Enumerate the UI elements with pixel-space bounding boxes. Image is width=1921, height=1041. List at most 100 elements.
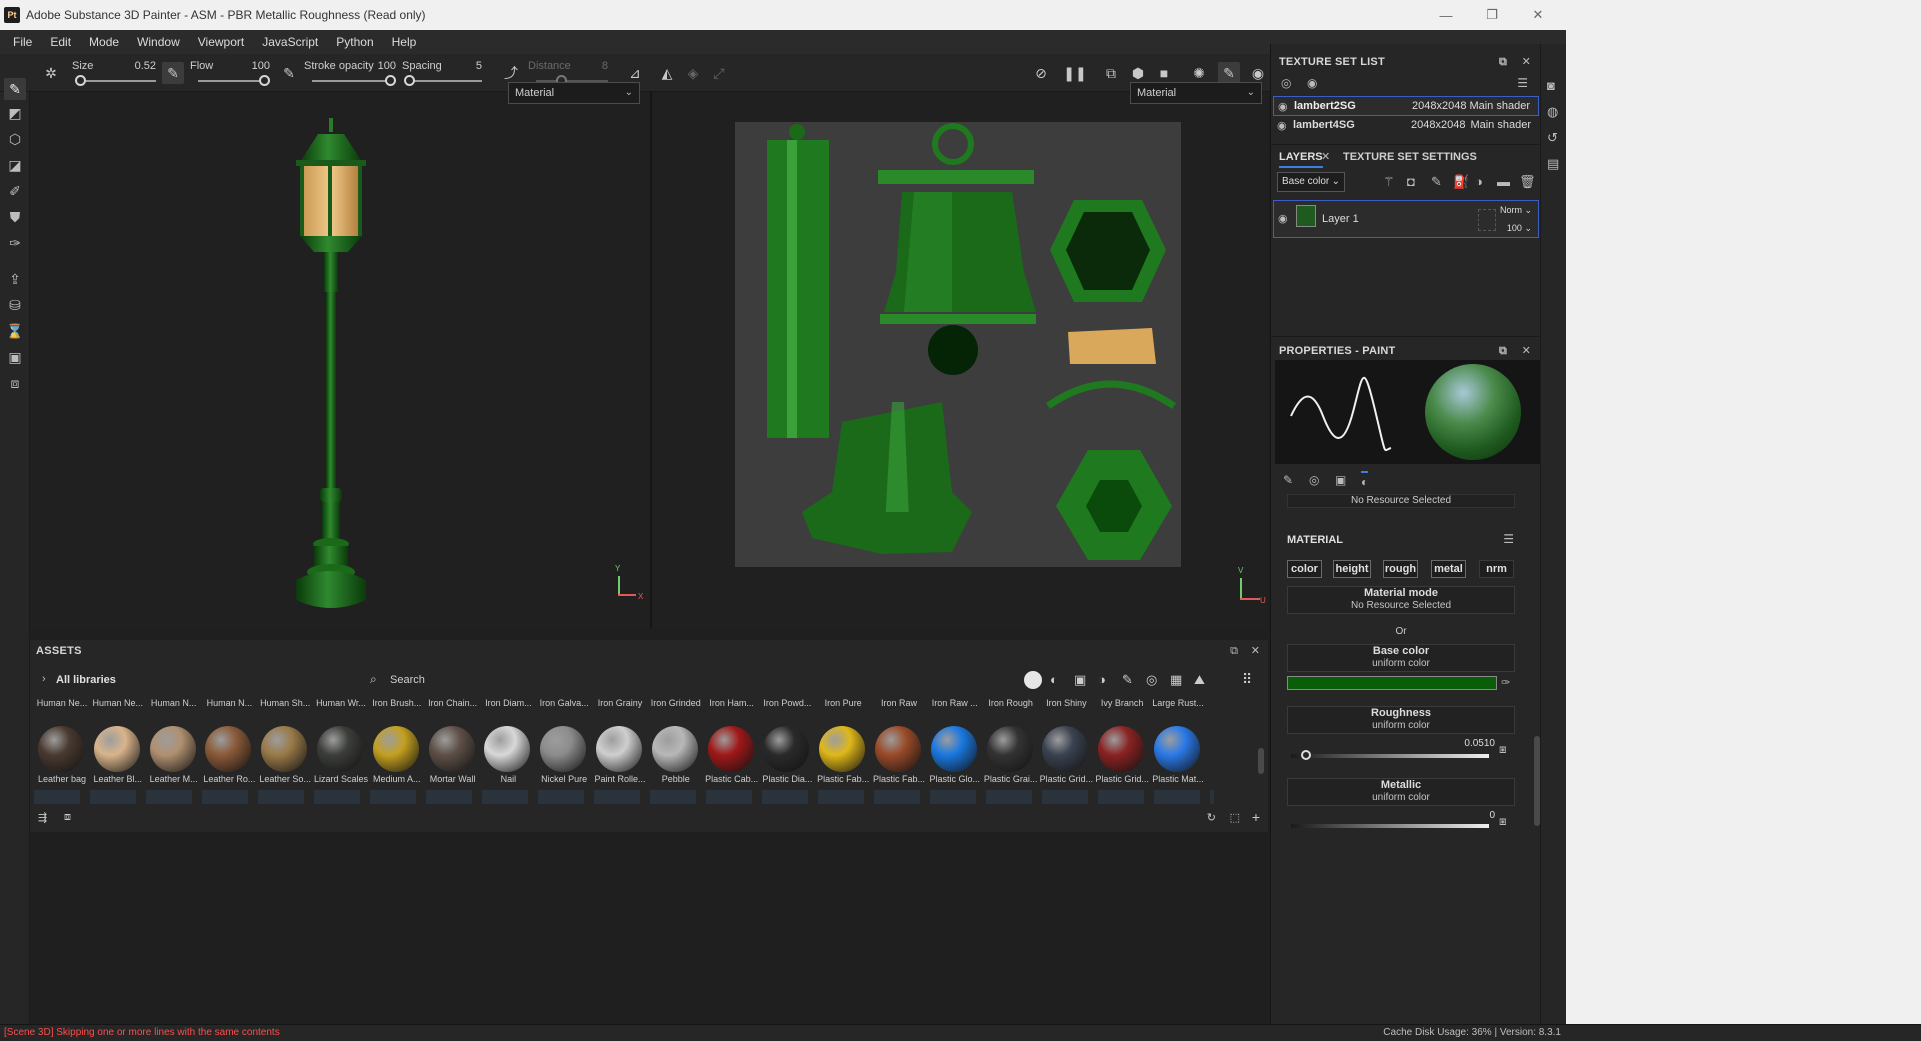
- metallic-slider[interactable]: [1291, 824, 1489, 828]
- asset-tile[interactable]: Plastic Dia...: [759, 724, 815, 784]
- asset-tile[interactable]: Plastic Grid...: [1094, 724, 1150, 784]
- paint-mode-icon[interactable]: ✎: [1218, 62, 1240, 84]
- texture-set-row[interactable]: ◉ lambert4SG 2048x2048 Main shader: [1273, 116, 1539, 136]
- maximize-button[interactable]: ❐: [1469, 0, 1515, 30]
- asset-tile[interactable]: Plastic Mat...: [1150, 724, 1206, 784]
- symmetry-icon[interactable]: ◭: [656, 62, 678, 84]
- layer-name[interactable]: Layer 1: [1322, 213, 1359, 225]
- menu-python[interactable]: Python: [327, 30, 382, 54]
- hide-ui-icon[interactable]: ⊘: [1030, 62, 1052, 84]
- brush-preset-icon[interactable]: ✲: [40, 62, 62, 84]
- add-mask-icon[interactable]: ◘: [1407, 174, 1415, 189]
- add-smart-icon[interactable]: ◑: [1475, 174, 1483, 189]
- asset-tile[interactable]: Plastic Fab...: [871, 724, 927, 784]
- add-paint-layer-icon[interactable]: ✎: [1431, 174, 1442, 190]
- lazy-mouse-icon[interactable]: ⤴: [500, 62, 522, 84]
- export-icon[interactable]: ⇪: [4, 268, 26, 290]
- asset-tile[interactable]: Plastic Grid...: [1038, 724, 1094, 784]
- close-tab-icon[interactable]: ✕: [1321, 150, 1330, 163]
- history-icon[interactable]: ↺: [1547, 130, 1558, 146]
- filter-generators-icon[interactable]: ◑: [1098, 672, 1106, 687]
- flow-value[interactable]: 100: [252, 60, 270, 72]
- refresh-icon[interactable]: ↻: [1207, 811, 1216, 824]
- asset-tile[interactable]: Iron Rough: [983, 698, 1039, 712]
- hide-all-icon[interactable]: ◎: [1281, 76, 1291, 90]
- float-panel-icon[interactable]: ⧉: [1499, 345, 1507, 358]
- base-color-swatch[interactable]: [1287, 676, 1497, 690]
- menu-javascript[interactable]: JavaScript: [253, 30, 327, 54]
- channel-toggle-rough[interactable]: rough: [1383, 560, 1418, 578]
- menu-viewport[interactable]: Viewport: [189, 30, 253, 54]
- brush-tab-icon[interactable]: ✎: [1283, 473, 1293, 487]
- asset-tile[interactable]: Plastic Fab...: [815, 724, 871, 784]
- asset-tile[interactable]: Iron Pure: [815, 698, 871, 712]
- asset-tile[interactable]: Leather Bl...: [90, 724, 146, 784]
- grid-view-icon[interactable]: ⠿: [1242, 671, 1252, 688]
- close-panel-icon[interactable]: ✕: [1522, 344, 1531, 357]
- asset-tile[interactable]: Iron Raw: [871, 698, 927, 712]
- environment-icon[interactable]: ◍: [1547, 104, 1558, 120]
- add-effect-icon[interactable]: ⚚: [1383, 174, 1395, 190]
- alpha-tab-icon[interactable]: ◎: [1309, 473, 1319, 487]
- float-panel-icon[interactable]: ⧉: [1499, 56, 1507, 69]
- polygon-fill-tool-icon[interactable]: ◪: [4, 154, 26, 176]
- clone-tool-icon[interactable]: ⛊: [4, 206, 26, 228]
- bake-icon[interactable]: ✺: [1188, 62, 1210, 84]
- viewport-3d[interactable]: Material ⌄ Y X: [30, 82, 650, 628]
- map-link-icon[interactable]: ⧆: [1499, 814, 1507, 829]
- blend-mode-dropdown[interactable]: Norm ⌄: [1500, 205, 1532, 216]
- asset-search-input[interactable]: Search: [390, 674, 425, 686]
- import-resources-icon[interactable]: ⇶: [38, 811, 47, 824]
- alignment-icon[interactable]: ⊿: [624, 62, 646, 84]
- asset-tile[interactable]: Pebble: [648, 724, 704, 784]
- view-split-icon[interactable]: ⧉: [1100, 62, 1122, 84]
- asset-tile[interactable]: Iron Diam...: [480, 698, 536, 712]
- stroke-opacity-value[interactable]: 100: [378, 60, 396, 72]
- roughness-value[interactable]: 0.0510: [1451, 738, 1495, 749]
- new-folder-icon[interactable]: ⬚: [1230, 811, 1240, 824]
- texture-set-shader[interactable]: Main shader: [1470, 119, 1531, 131]
- asset-tile[interactable]: Iron Shiny: [1038, 698, 1094, 712]
- channel-toggle-metal[interactable]: metal: [1431, 560, 1466, 578]
- roughness-slider[interactable]: [1291, 754, 1489, 758]
- asset-scrollbar[interactable]: [1258, 748, 1264, 774]
- screenshot-icon[interactable]: ◉: [1247, 62, 1269, 84]
- flow-pen-icon[interactable]: ✎: [162, 62, 184, 84]
- asset-tile[interactable]: Human N...: [146, 698, 202, 712]
- tab-layers[interactable]: LAYERS: [1279, 151, 1323, 168]
- layer-row[interactable]: ◉ Layer 1 Norm ⌄ 100 ⌄: [1273, 200, 1539, 238]
- chevron-right-icon[interactable]: ›: [42, 673, 46, 685]
- asset-tile[interactable]: Leather So...: [257, 724, 313, 784]
- iray-icon[interactable]: ⌛: [4, 320, 26, 342]
- asset-tile[interactable]: Nail: [480, 724, 536, 784]
- flow-slider[interactable]: Flow 100: [190, 58, 270, 88]
- channel-toggle-nrm[interactable]: nrm: [1479, 560, 1514, 578]
- menu-edit[interactable]: Edit: [41, 30, 80, 54]
- transform-icon[interactable]: ⤢: [708, 62, 730, 84]
- asset-tile[interactable]: Iron Chain...: [425, 698, 481, 712]
- stroke-opacity-slider[interactable]: Stroke opacity 100: [304, 58, 396, 88]
- float-panel-icon[interactable]: ⧉: [1230, 645, 1238, 658]
- asset-tile[interactable]: Iron Brush...: [369, 698, 425, 712]
- save-preset-icon[interactable]: ⧈: [64, 811, 71, 824]
- menu-mode[interactable]: Mode: [80, 30, 128, 54]
- asset-tile[interactable]: Nickel Pure: [536, 724, 592, 784]
- stencil-tab-icon[interactable]: ▣: [1335, 473, 1346, 487]
- shader-settings-icon[interactable]: ⧈: [4, 372, 26, 394]
- channel-dropdown[interactable]: Base color ⌄: [1277, 172, 1345, 192]
- roughness-slider-handle[interactable]: [1300, 750, 1311, 760]
- asset-tile[interactable]: Iron Grainy: [592, 698, 648, 712]
- asset-tile[interactable]: Plastic Cab...: [704, 724, 760, 784]
- asset-tile[interactable]: Human Ne...: [90, 698, 146, 712]
- settings-menu-icon[interactable]: ☰: [1517, 76, 1528, 90]
- asset-tile[interactable]: Mortar Wall: [425, 724, 481, 784]
- filter-materials-icon[interactable]: [1024, 671, 1042, 689]
- material-tab-icon[interactable]: ◐: [1361, 471, 1369, 489]
- channel-toggle-height[interactable]: height: [1333, 560, 1371, 578]
- eye-icon[interactable]: ◉: [1277, 119, 1287, 132]
- distance-value[interactable]: 8: [602, 60, 608, 72]
- asset-tile[interactable]: Lizard Scales: [313, 724, 369, 784]
- resource-slot[interactable]: No Resource Selected: [1287, 494, 1515, 508]
- metallic-value[interactable]: 0: [1451, 810, 1495, 821]
- asset-tile[interactable]: Iron Grinded: [648, 698, 704, 712]
